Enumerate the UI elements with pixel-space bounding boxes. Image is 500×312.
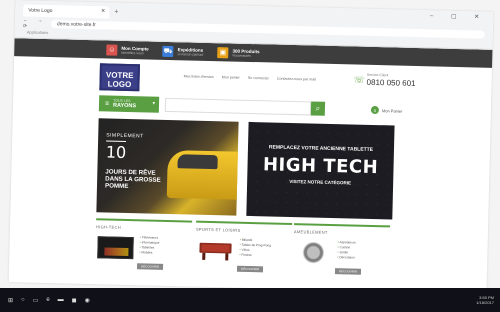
phone-number: 0810 050 601 bbox=[366, 77, 416, 88]
category-title: AMEUBLEMENT bbox=[293, 229, 328, 235]
category-link[interactable]: Mobiles bbox=[139, 250, 159, 255]
header-link-login[interactable]: Se connecter bbox=[248, 76, 269, 81]
taxi-window-image bbox=[177, 154, 218, 170]
new-tab-button[interactable]: + bbox=[114, 9, 118, 16]
all-departments-button[interactable]: ≡ TOUS LES RAYONS ▾ bbox=[98, 95, 160, 113]
phone-label: Service Client bbox=[366, 72, 389, 78]
category-high-tech: HIGH-TECH Téléviseurs Informatique Table… bbox=[95, 218, 193, 270]
close-tab-icon[interactable]: ✕ bbox=[101, 8, 105, 14]
tab-title: Votre Logo bbox=[28, 7, 53, 15]
category-link[interactable]: Décoration bbox=[337, 255, 355, 260]
search-icon[interactable]: ○ bbox=[21, 297, 25, 303]
topbar-item-subtitle: Livraison partout bbox=[177, 51, 204, 57]
search-input[interactable] bbox=[164, 97, 312, 116]
banner-new-york[interactable]: SIMPLEMENT 10 JOURS DE RÊVE DANS LA GROS… bbox=[96, 118, 239, 216]
topbar-item[interactable]: ⛟ Expéditions Livraison partout bbox=[162, 45, 203, 57]
browser-window: Votre Logo ✕ + – ▢ ✕ ← → ⟳ demo.votre-si… bbox=[8, 0, 494, 294]
category-list: Aspirateurs Cuisine Jardin Décoration bbox=[337, 240, 355, 260]
promo-banners: SIMPLEMENT 10 JOURS DE RÊVE DANS LA GROS… bbox=[10, 116, 490, 224]
header-link-contact[interactable]: Contactez-nous par mail bbox=[277, 77, 316, 82]
window-controls[interactable]: – ▢ ✕ bbox=[430, 12, 488, 20]
box-icon: ▣ bbox=[217, 46, 229, 58]
category-divider bbox=[96, 218, 193, 223]
robot-vacuum-image bbox=[295, 241, 332, 264]
task-view-icon[interactable]: ▭ bbox=[33, 297, 39, 304]
banner2-headline: HIGH TECH bbox=[262, 154, 379, 179]
search-button[interactable]: ⌕ bbox=[310, 101, 326, 116]
discover-button[interactable]: DÉCOUVRIR bbox=[334, 268, 362, 275]
clock-date: 1/18/2017 bbox=[476, 300, 494, 305]
phone-icon: ☏ bbox=[353, 74, 366, 85]
banner1-text: JOURS DE RÊVE DANS LA GROSSE POMME bbox=[104, 168, 161, 191]
category-link[interactable]: Fitness bbox=[239, 253, 270, 259]
chevron-down-icon: ▾ bbox=[152, 100, 156, 107]
topbar-item[interactable]: ▣ 300 Produits Nouveautés bbox=[217, 46, 260, 59]
taskbar-clock[interactable]: 3:55 PM 1/18/2017 bbox=[476, 295, 494, 305]
cart-button[interactable]: 0 Mon Panier bbox=[370, 105, 403, 115]
banner1-small: SIMPLEMENT bbox=[106, 132, 144, 140]
menu-icon: ≡ bbox=[104, 99, 110, 108]
store-icon[interactable]: ◼ bbox=[72, 297, 77, 304]
edge-browser-icon[interactable]: e bbox=[46, 297, 49, 303]
header-links: Mes listes d'envies Mon panier Se connec… bbox=[184, 74, 316, 81]
header-link-wishlist[interactable]: Mes listes d'envies bbox=[184, 74, 214, 79]
topbar-item-subtitle: Identifiez-vous bbox=[121, 50, 144, 55]
header-link-cart[interactable]: Mon panier bbox=[222, 75, 240, 79]
category-divider bbox=[294, 223, 391, 228]
site-logo[interactable]: VOTRE LOGO bbox=[99, 63, 140, 92]
rayons-small-label: TOUS LES bbox=[113, 98, 131, 104]
category-title: SPORTS ET LOISIRS bbox=[195, 226, 241, 233]
discover-button[interactable]: DÉCOUVRIR bbox=[136, 263, 164, 270]
category-list: Téléviseurs Informatique Tablettes Mobil… bbox=[139, 235, 159, 255]
category-blocks: HIGH-TECH Téléviseurs Informatique Table… bbox=[9, 216, 489, 298]
banner1-number: 10 bbox=[105, 140, 127, 162]
bookmarks-bar[interactable]: Applications bbox=[27, 29, 49, 35]
category-list: Billards Tables de Ping-Pong Vélos Fitne… bbox=[239, 238, 271, 259]
truck-icon: ⛟ bbox=[162, 45, 174, 57]
windows-start-icon[interactable]: ⊞ bbox=[8, 297, 13, 304]
logo-line-2: LOGO bbox=[107, 79, 132, 90]
cart-label: Mon Panier bbox=[381, 107, 403, 114]
user-icon: ☺ bbox=[106, 43, 118, 56]
billiard-table-image bbox=[199, 242, 232, 261]
category-sports: SPORTS ET LOISIRS Billards Tables de Pin… bbox=[195, 220, 293, 273]
photo-scene: Votre Logo ✕ + – ▢ ✕ ← → ⟳ demo.votre-si… bbox=[0, 0, 500, 312]
banner-high-tech[interactable]: REMPLACEZ VOTRE ANCIENNE TABLETTE HIGH T… bbox=[246, 121, 395, 220]
nav-buttons[interactable]: ← → ⟳ bbox=[23, 17, 51, 30]
topbar-item-subtitle: Nouveautés bbox=[232, 53, 252, 58]
chrome-icon[interactable]: ◉ bbox=[85, 297, 90, 304]
windows-taskbar: ⊞ ○ ▭ e ▬ ◼ ◉ 3:55 PM 1/18/2017 bbox=[0, 288, 500, 312]
tv-image bbox=[97, 236, 134, 260]
topbar-item[interactable]: ☺ Mon Compte Identifiez-vous bbox=[106, 43, 149, 56]
address-bar: ← → ⟳ demo.votre-site.fr bbox=[23, 17, 485, 39]
rayons-label: RAYONS bbox=[112, 102, 137, 110]
file-explorer-icon[interactable]: ▬ bbox=[58, 297, 64, 303]
customer-service: ☏ Service Client 0810 050 601 bbox=[354, 71, 424, 88]
discover-button[interactable]: DÉCOUVRIR bbox=[236, 265, 264, 273]
search-icon: ⌕ bbox=[315, 103, 321, 113]
category-divider bbox=[196, 220, 293, 226]
category-home: AMEUBLEMENT Aspirateurs Cuisine Jardin D… bbox=[293, 223, 391, 275]
cart-count: 0 bbox=[370, 105, 380, 115]
url-field[interactable]: demo.votre-site.fr bbox=[50, 19, 485, 39]
category-title: HIGH-TECH bbox=[95, 224, 121, 230]
